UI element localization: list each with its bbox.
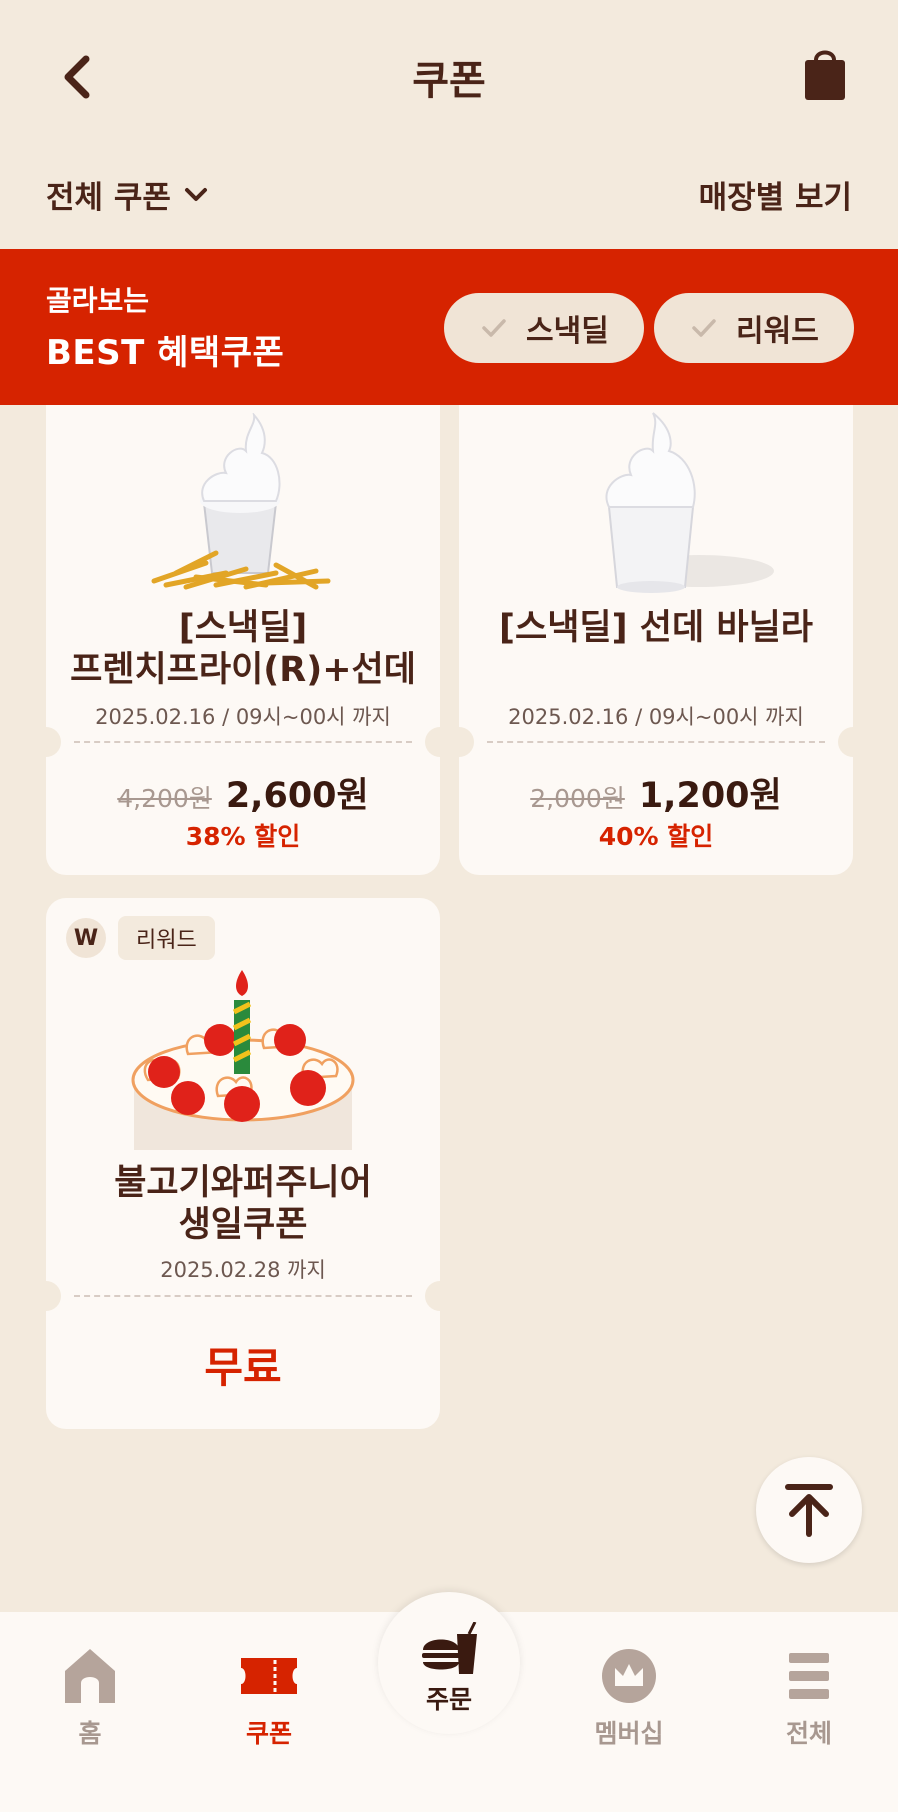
check-icon: [692, 319, 716, 337]
coupon-filter-dropdown[interactable]: 전체 쿠폰: [46, 172, 209, 217]
banner-subtitle: 골라보는: [46, 284, 150, 317]
arrow-up-icon: [785, 1484, 833, 1537]
shopping-bag-icon: [805, 50, 845, 100]
sale-price: 2,600원: [225, 776, 369, 816]
coupon-date: 2025.02.16 / 09시~00시 까지: [95, 705, 391, 729]
price-row: 2,000원 1,200원: [459, 767, 853, 818]
ticket-notch: [425, 1281, 440, 1311]
reward-badge: 리워드: [118, 916, 215, 960]
ticket-notch: [425, 727, 440, 757]
page-title: 쿠폰: [412, 58, 486, 104]
filter-row: 전체 쿠폰 매장별 보기: [0, 156, 898, 248]
nav-order[interactable]: 주문: [378, 1592, 520, 1734]
divider: [74, 1295, 412, 1297]
coupon-title: 생일쿠폰: [178, 1205, 308, 1245]
scroll-to-top-button[interactable]: [756, 1457, 862, 1563]
free-label: 무료: [204, 1343, 282, 1392]
divider: [487, 741, 825, 743]
coupon-card[interactable]: [스낵딜] 프렌치프라이(R)+선데 2025.02.16 / 09시~00시 …: [46, 405, 440, 875]
divider: [74, 741, 412, 743]
coupon-card[interactable]: [스낵딜] 선데 바닐라 2025.02.16 / 09시~00시 까지 2,0…: [459, 405, 853, 875]
birthday-cake-image: [131, 970, 355, 1150]
chip-label: 스낵딜: [526, 314, 609, 349]
top-app-bar: 쿠폰: [0, 0, 898, 156]
whopper-w-badge: W: [66, 918, 106, 958]
cart-button[interactable]: [802, 46, 858, 106]
nav-label: 쿠폰: [245, 1719, 292, 1748]
coupon-title: [스낵딜]: [178, 608, 308, 648]
check-icon: [482, 319, 506, 337]
ticket-notch: [838, 727, 853, 757]
vanilla-sundae-image: [605, 412, 774, 593]
coupon-title: [스낵딜] 선데 바닐라: [499, 608, 813, 648]
price-row: 4,200원 2,600원: [46, 767, 440, 818]
coupon-date: 2025.02.16 / 09시~00시 까지: [508, 705, 804, 729]
best-coupon-banner: 골라보는 BEST 혜택쿠폰 스낵딜 리워드: [0, 249, 898, 405]
chip-label: 리워드: [736, 314, 819, 349]
chip-reward[interactable]: 리워드: [654, 293, 854, 363]
nav-label: 홈: [78, 1719, 102, 1748]
crown-icon: [602, 1649, 656, 1703]
chevron-down-icon: [184, 187, 207, 201]
nav-coupon[interactable]: 쿠폰: [209, 1642, 329, 1750]
nav-all[interactable]: 전체: [749, 1642, 869, 1750]
coupon-card[interactable]: W 리워드 불고기와퍼주니어 생일쿠폰 2025.02.28 까지 무료: [46, 898, 440, 1429]
ticket-notch: [459, 727, 474, 757]
home-icon: [65, 1649, 115, 1703]
nav-label: 전체: [785, 1719, 832, 1748]
menu-icon: [789, 1653, 829, 1699]
nav-label: 주문: [425, 1685, 472, 1714]
ticket-notch: [46, 1281, 61, 1311]
banner-title: BEST 혜택쿠폰: [46, 333, 285, 373]
discount-label: 38% 할인: [185, 822, 301, 851]
bottom-nav: 홈 쿠폰 주문 멤버십 전체: [0, 1592, 898, 1812]
nav-label: 멤버십: [594, 1719, 664, 1748]
coupon-filter-label: 전체 쿠폰: [46, 180, 171, 216]
fries-sundae-image: [151, 413, 331, 590]
original-price: 4,200원: [117, 784, 212, 813]
coupon-title: 불고기와퍼주니어: [114, 1163, 372, 1203]
nav-home[interactable]: 홈: [30, 1642, 150, 1750]
chip-snack-deal[interactable]: 스낵딜: [444, 293, 644, 363]
coupon-date: 2025.02.28 까지: [160, 1258, 326, 1282]
coupon-title: 프렌치프라이(R)+선데: [70, 650, 416, 690]
original-price: 2,000원: [530, 784, 625, 813]
ticket-icon: [241, 1658, 297, 1694]
sale-price: 1,200원: [638, 776, 782, 816]
burger-drink-icon: [422, 1621, 477, 1674]
ticket-notch: [46, 727, 61, 757]
nav-membership[interactable]: 멤버십: [569, 1642, 689, 1750]
discount-label: 40% 할인: [598, 822, 714, 851]
store-view-link[interactable]: 매장별 보기: [699, 172, 852, 217]
